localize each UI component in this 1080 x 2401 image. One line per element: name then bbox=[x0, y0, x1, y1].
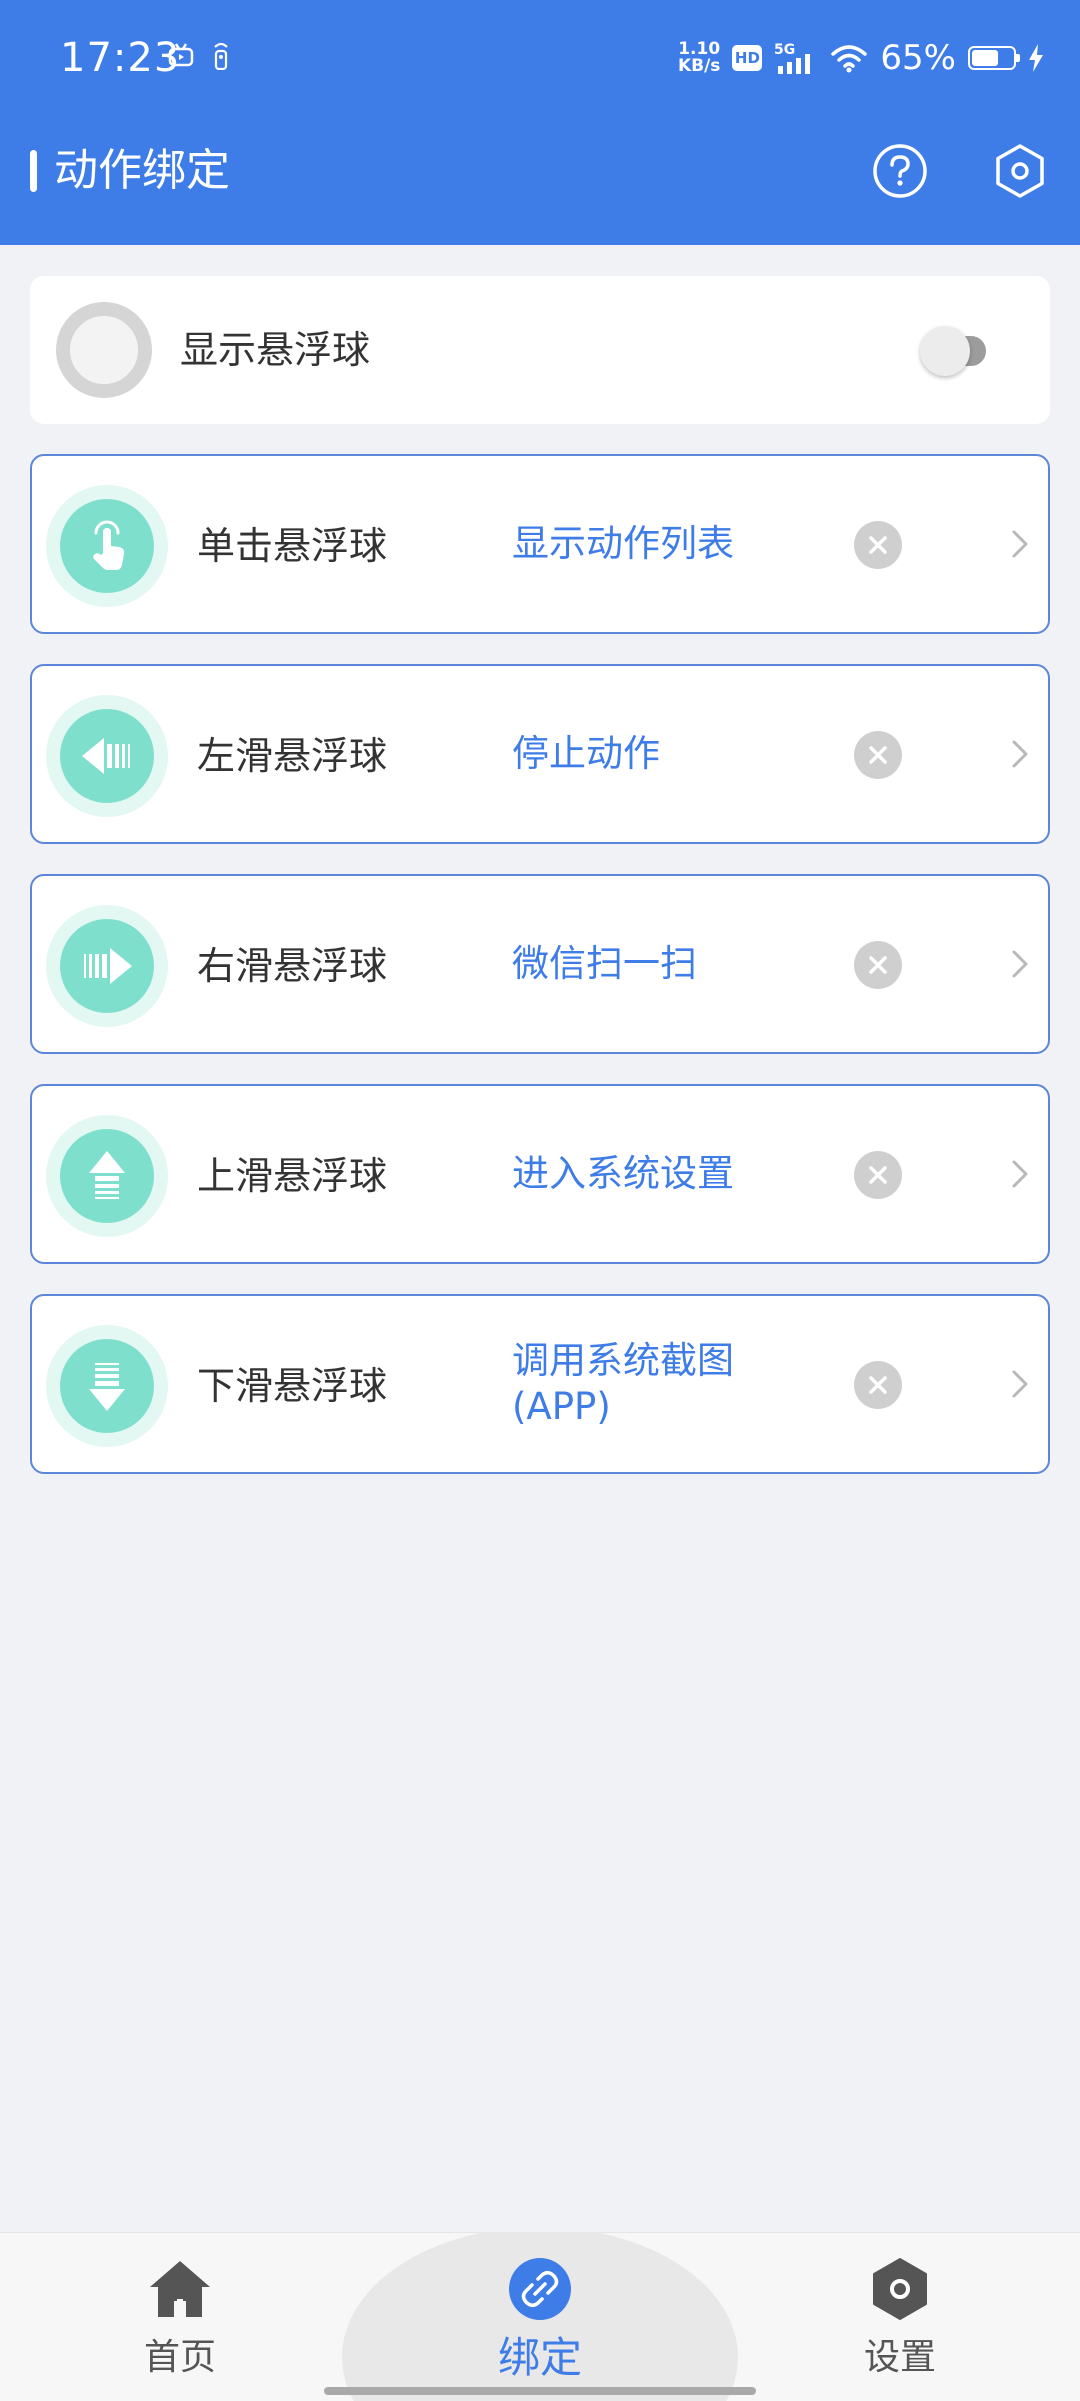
action-value: 进入系统设置 bbox=[512, 1152, 734, 1195]
close-icon bbox=[869, 956, 887, 974]
nav-label: 首页 bbox=[143, 2337, 216, 2378]
action-icon-wrap bbox=[46, 485, 168, 607]
floating-ball-label: 显示悬浮球 bbox=[180, 328, 371, 372]
home-indicator bbox=[324, 2387, 756, 2395]
close-icon bbox=[869, 746, 887, 764]
floating-ball-card: 显示悬浮球 bbox=[30, 276, 1050, 424]
chevron-right-icon bbox=[1000, 1154, 1040, 1194]
action-name: 下滑悬浮球 bbox=[197, 1364, 388, 1408]
arrow-right-icon bbox=[84, 948, 132, 984]
action-icon bbox=[60, 1339, 154, 1433]
action-icon bbox=[60, 1129, 154, 1223]
battery-icon bbox=[968, 46, 1020, 70]
action-icon-wrap bbox=[46, 905, 168, 1027]
nav-label: 设置 bbox=[863, 2337, 936, 2378]
chevron-right-icon bbox=[1000, 734, 1040, 774]
arrow-up-icon bbox=[89, 1151, 125, 1199]
arrow-left-icon bbox=[82, 738, 130, 774]
clear-action-button[interactable] bbox=[854, 1361, 902, 1409]
action-name: 上滑悬浮球 bbox=[197, 1154, 388, 1198]
action-icon bbox=[60, 499, 154, 593]
arrow-down-icon bbox=[89, 1363, 125, 1411]
signal-5g-icon: 5G bbox=[774, 42, 811, 74]
chevron-right-icon bbox=[1000, 524, 1040, 564]
battery-fill bbox=[972, 50, 998, 66]
app-header: 17:23 1.10 KB/s HD 5G 65% 动作绑定 bbox=[0, 0, 1080, 245]
chevron-right-icon bbox=[1000, 1364, 1040, 1404]
page-title: 动作绑定 bbox=[54, 145, 230, 196]
clear-action-button[interactable] bbox=[854, 941, 902, 989]
clear-action-button[interactable] bbox=[854, 731, 902, 779]
action-icon-wrap bbox=[46, 1325, 168, 1447]
action-binding-list: 显示悬浮球 单击悬浮球 显示动作列表 左滑悬浮球 停止动作 右滑悬浮球 微信扫一… bbox=[30, 276, 1050, 1474]
close-icon bbox=[869, 1376, 887, 1394]
status-left-icons bbox=[168, 40, 230, 70]
action-row-swipe-left[interactable]: 左滑悬浮球 停止动作 bbox=[30, 664, 1050, 844]
action-icon-wrap bbox=[46, 1115, 168, 1237]
home-icon bbox=[148, 2257, 212, 2321]
action-name: 右滑悬浮球 bbox=[197, 944, 388, 988]
settings-icon bbox=[868, 2257, 932, 2321]
action-name: 左滑悬浮球 bbox=[197, 734, 388, 778]
close-icon bbox=[869, 1166, 887, 1184]
clear-action-button[interactable] bbox=[854, 1151, 902, 1199]
help-button[interactable] bbox=[869, 140, 931, 202]
action-value: 停止动作 bbox=[512, 732, 660, 775]
link-icon bbox=[508, 2257, 572, 2321]
battery-percent: 65% bbox=[880, 38, 956, 78]
action-value: 显示动作列表 bbox=[512, 522, 734, 565]
wifi-icon bbox=[831, 45, 868, 73]
question-icon bbox=[873, 144, 927, 198]
title-accent-bar bbox=[30, 150, 37, 192]
action-value: 调用系统截图(APP) bbox=[512, 1339, 734, 1428]
network-speed: 1.10 KB/s bbox=[677, 39, 721, 76]
action-icon bbox=[60, 919, 154, 1013]
floating-ball-preview bbox=[56, 302, 152, 398]
nav-bind[interactable]: 绑定 bbox=[440, 2233, 640, 2401]
toggle-knob bbox=[920, 326, 970, 376]
network-type-label: 5G bbox=[774, 42, 795, 58]
status-time: 17:23 bbox=[60, 35, 181, 81]
settings-button[interactable] bbox=[989, 140, 1051, 202]
tap-hand-icon bbox=[93, 520, 125, 570]
chevron-right-icon bbox=[1000, 944, 1040, 984]
bottom-nav: 首页 绑定 设置 bbox=[0, 2232, 1080, 2401]
action-row-swipe-right[interactable]: 右滑悬浮球 微信扫一扫 bbox=[30, 874, 1050, 1054]
status-right: 1.10 KB/s HD 5G 65% bbox=[678, 30, 1044, 86]
clear-action-button[interactable] bbox=[854, 521, 902, 569]
action-row-tap[interactable]: 单击悬浮球 显示动作列表 bbox=[30, 454, 1050, 634]
action-name: 单击悬浮球 bbox=[197, 524, 388, 568]
action-row-swipe-up[interactable]: 上滑悬浮球 进入系统设置 bbox=[30, 1084, 1050, 1264]
nav-settings[interactable]: 设置 bbox=[800, 2233, 1000, 2401]
action-icon-wrap bbox=[46, 695, 168, 817]
remote-notification-icon bbox=[214, 42, 228, 70]
floating-ball-toggle[interactable] bbox=[892, 326, 1018, 376]
hexagon-gear-icon bbox=[996, 144, 1044, 198]
tv-notification-icon bbox=[168, 43, 194, 67]
nav-label: 绑定 bbox=[497, 2333, 582, 2382]
hd-badge: HD bbox=[732, 45, 763, 71]
close-icon bbox=[869, 536, 887, 554]
action-row-swipe-down[interactable]: 下滑悬浮球 调用系统截图(APP) bbox=[30, 1294, 1050, 1474]
nav-home[interactable]: 首页 bbox=[80, 2233, 280, 2401]
action-icon bbox=[60, 709, 154, 803]
charging-bolt-icon bbox=[1029, 44, 1043, 72]
action-value: 微信扫一扫 bbox=[512, 942, 697, 985]
